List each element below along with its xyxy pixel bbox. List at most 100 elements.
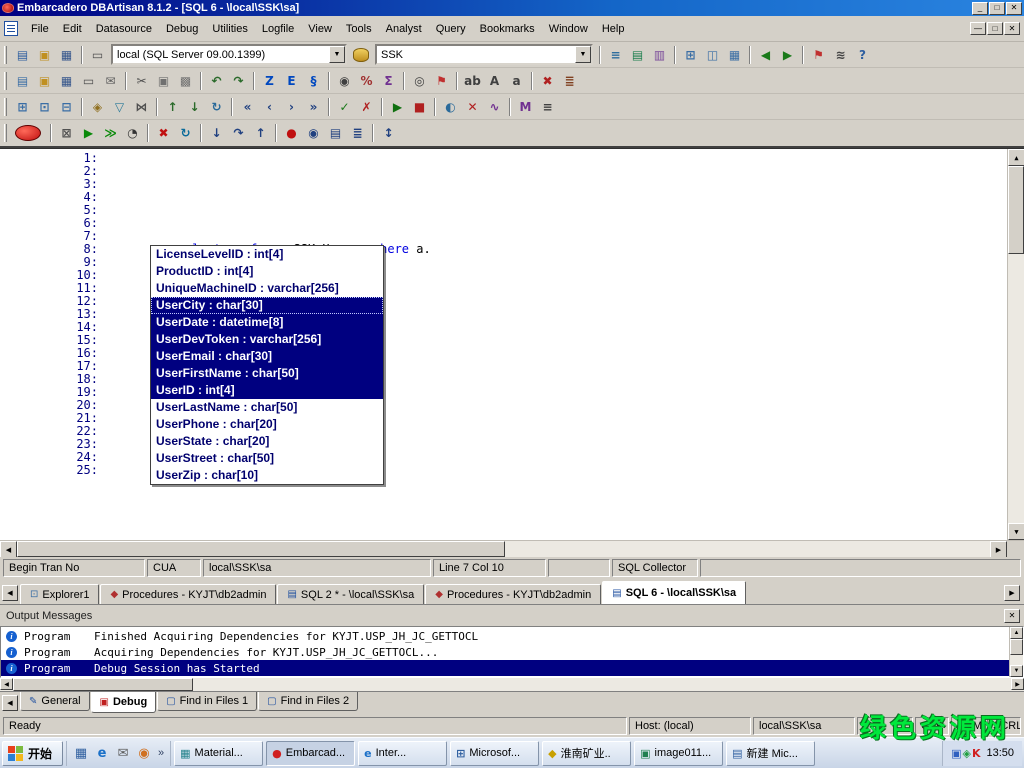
taskbar-window-button[interactable]: ● Embarcad... xyxy=(266,741,355,766)
locks-icon[interactable]: ◈ xyxy=(87,97,108,117)
document-tab[interactable]: ▤ SQL 2 * - \local\SSK\sa xyxy=(277,584,424,604)
bookmark-icon[interactable]: ⚑ xyxy=(808,45,829,65)
save-icon[interactable]: ▦ xyxy=(56,45,77,65)
scrollbar-track[interactable] xyxy=(1008,166,1024,523)
scroll-left-button[interactable]: ◀ xyxy=(0,541,17,558)
cut-icon[interactable]: ✂ xyxy=(131,71,152,91)
scrollbar-thumb[interactable] xyxy=(13,678,193,691)
print-icon[interactable]: ▭ xyxy=(87,45,108,65)
document-tab[interactable]: ▤ SQL 6 - \local\SSK\sa xyxy=(602,581,746,604)
query-options-icon[interactable]: ≡ xyxy=(537,97,558,117)
isql-editor-icon[interactable]: Z xyxy=(259,71,280,91)
taskbar-window-button[interactable]: ▦ Material... xyxy=(174,741,263,766)
new-window-icon[interactable]: ⊞ xyxy=(680,45,701,65)
paste-icon[interactable]: ▩ xyxy=(175,71,196,91)
stop-debug-icon[interactable]: ✖ xyxy=(153,123,174,143)
internet-explorer-icon[interactable]: e xyxy=(92,743,112,763)
mdi-restore-button[interactable]: □ xyxy=(987,22,1003,35)
last-record-icon[interactable]: » xyxy=(303,97,324,117)
call-stack-icon[interactable]: ≣ xyxy=(347,123,368,143)
rollback-icon[interactable]: ✗ xyxy=(356,97,377,117)
toolbar-grip[interactable] xyxy=(4,98,7,116)
restart-icon[interactable]: ↻ xyxy=(175,123,196,143)
document-tab[interactable]: ◆ Procedures - KYJT\db2admin xyxy=(425,584,601,604)
zoom-icon[interactable]: ◎ xyxy=(409,71,430,91)
mdi-document-icon[interactable] xyxy=(4,21,18,36)
next-record-icon[interactable]: › xyxy=(281,97,302,117)
kill-session-icon[interactable]: ✕ xyxy=(462,97,483,117)
menu-item[interactable]: Utilities xyxy=(205,21,254,37)
show-desktop-icon[interactable]: ▦ xyxy=(71,743,91,763)
navigate-forward-icon[interactable]: ▶ xyxy=(777,45,798,65)
print-icon[interactable]: ▭ xyxy=(78,71,99,91)
scroll-down-button[interactable]: ▼ xyxy=(1010,665,1023,677)
sort-descending-icon[interactable]: ↓ xyxy=(184,97,205,117)
outlook-icon[interactable]: ✉ xyxy=(113,743,133,763)
toolbar-grip[interactable] xyxy=(4,46,7,64)
scroll-up-button[interactable]: ▲ xyxy=(1008,149,1024,166)
minimize-button[interactable]: _ xyxy=(972,2,988,15)
project-icon[interactable]: ▥ xyxy=(649,45,670,65)
mail-icon[interactable]: ✉ xyxy=(100,71,121,91)
pause-icon[interactable]: ◔ xyxy=(122,123,143,143)
open-file-icon[interactable]: ▣ xyxy=(34,45,55,65)
autocomplete-item[interactable]: UserDate : datetime[8] xyxy=(151,314,383,331)
scrollbar-thumb[interactable] xyxy=(1010,639,1023,655)
antivirus-icon[interactable]: ◈ xyxy=(962,747,970,760)
script-library-icon[interactable]: ▤ xyxy=(627,45,648,65)
output-vertical-scrollbar[interactable]: ▲ ▼ xyxy=(1009,627,1023,677)
output-tab[interactable]: ▢ Find in Files 2 xyxy=(258,692,358,711)
close-button[interactable]: ✕ xyxy=(1006,2,1022,15)
find-icon[interactable]: ◉ xyxy=(334,71,355,91)
options-icon[interactable]: ≋ xyxy=(830,45,851,65)
menu-item[interactable]: File xyxy=(24,21,56,37)
previous-record-icon[interactable]: ‹ xyxy=(259,97,280,117)
taskbar-window-button[interactable]: ⊞ Microsof... xyxy=(450,741,539,766)
autocomplete-item[interactable]: UniqueMachineID : varchar[256] xyxy=(151,280,383,297)
tab-scroll-left-button[interactable]: ◀ xyxy=(2,585,18,601)
taskbar-window-button[interactable]: ▤ 新建 Mic... xyxy=(726,741,815,766)
scroll-down-button[interactable]: ▼ xyxy=(1008,523,1024,540)
autocomplete-item[interactable]: UserEmail : char[30] xyxy=(151,348,383,365)
close-output-button[interactable]: ✕ xyxy=(1004,609,1020,623)
tile-windows-icon[interactable]: ▦ xyxy=(724,45,745,65)
mdi-close-button[interactable]: ✕ xyxy=(1004,22,1020,35)
scrollbar-track[interactable] xyxy=(17,541,990,557)
scroll-right-button[interactable]: ▶ xyxy=(990,541,1007,558)
new-script-icon[interactable]: ▤ xyxy=(12,45,33,65)
menu-item[interactable]: View xyxy=(301,21,339,37)
sort-ascending-icon[interactable]: ↑ xyxy=(162,97,183,117)
autocomplete-item[interactable]: ProductID : int[4] xyxy=(151,263,383,280)
uppercase-icon[interactable]: A xyxy=(484,71,505,91)
undo-icon[interactable]: ↶ xyxy=(206,71,227,91)
flag-icon[interactable]: ⚑ xyxy=(431,71,452,91)
autocomplete-item[interactable]: UserState : char[20] xyxy=(151,433,383,450)
statistics-icon[interactable]: ∿ xyxy=(484,97,505,117)
navigate-back-icon[interactable]: ◀ xyxy=(755,45,776,65)
tab-scroll-left-button[interactable]: ◀ xyxy=(2,695,18,711)
sort-icon[interactable]: ↕ xyxy=(378,123,399,143)
menu-item[interactable]: Tools xyxy=(339,21,379,37)
taskbar-window-button[interactable]: ◆ 淮南矿业.. xyxy=(542,741,631,766)
step-out-icon[interactable]: ↑ xyxy=(250,123,271,143)
commit-icon[interactable]: ✓ xyxy=(334,97,355,117)
menu-item[interactable]: Logfile xyxy=(255,21,301,37)
books-icon[interactable]: ≣ xyxy=(559,71,580,91)
output-message-row[interactable]: i Program Debug Session has Started xyxy=(1,660,1009,676)
autocomplete-item[interactable]: UserStreet : char[50] xyxy=(151,450,383,467)
filter-icon[interactable]: ▽ xyxy=(109,97,130,117)
output-horizontal-scrollbar[interactable]: ◀ ▶ xyxy=(0,678,1024,691)
sql-script-icon[interactable]: § xyxy=(303,71,324,91)
run-to-cursor-icon[interactable]: ≫ xyxy=(100,123,121,143)
join-icon[interactable]: ⋈ xyxy=(131,97,152,117)
menu-item[interactable]: Datasource xyxy=(89,21,159,37)
database-combo[interactable]: SSK ▼ xyxy=(375,44,593,65)
new-icon[interactable]: ▤ xyxy=(12,71,33,91)
editor-vertical-scrollbar[interactable]: ▲ ▼ xyxy=(1007,149,1024,540)
menu-item[interactable]: Debug xyxy=(159,21,205,37)
dropdown-arrow-icon[interactable]: ▼ xyxy=(329,46,345,63)
tables-icon[interactable]: ⊞ xyxy=(12,97,33,117)
menu-item[interactable]: Edit xyxy=(56,21,89,37)
scroll-up-button[interactable]: ▲ xyxy=(1010,627,1023,639)
percent-icon[interactable]: % xyxy=(356,71,377,91)
